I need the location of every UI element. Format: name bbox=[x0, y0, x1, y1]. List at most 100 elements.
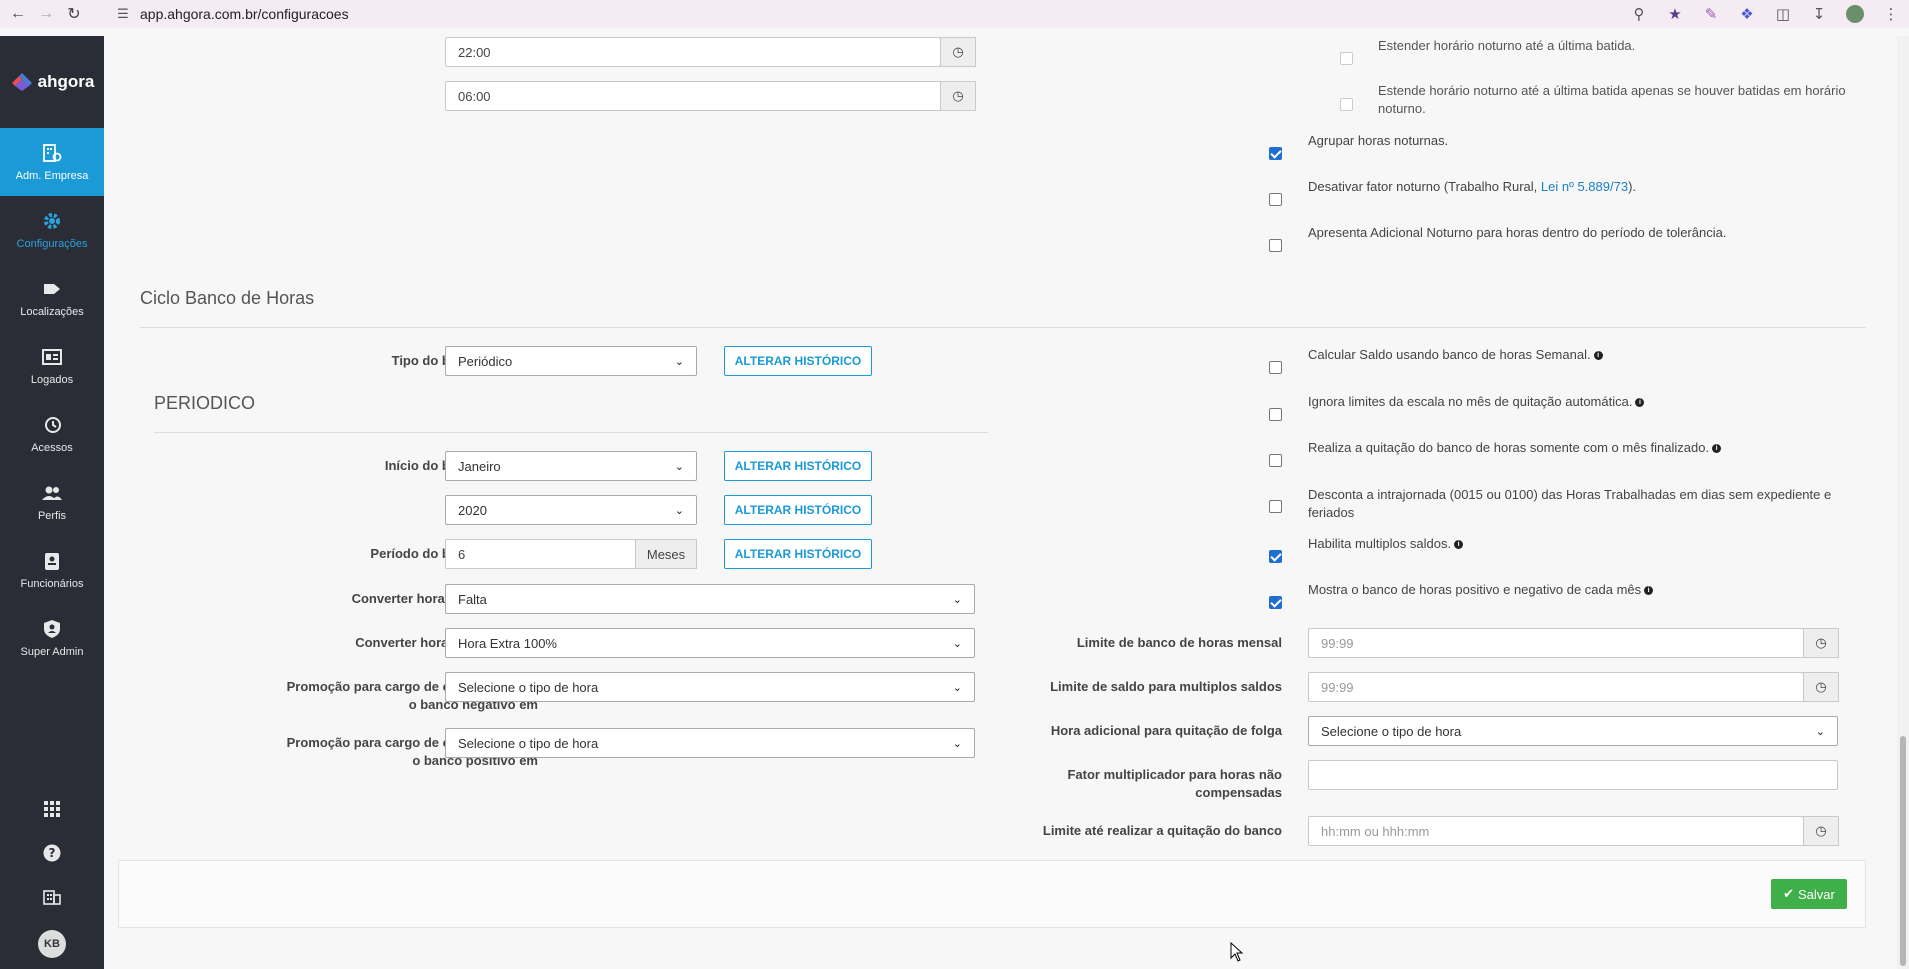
company-building-icon[interactable] bbox=[0, 875, 104, 919]
ignora-limites-text: Ignora limites da escala no mês de quita… bbox=[1308, 394, 1633, 409]
limite-mensal-input[interactable]: 99:99 bbox=[1308, 628, 1804, 658]
chevron-down-icon: ⌄ bbox=[952, 681, 962, 694]
inicio-ano-value: 2020 bbox=[458, 502, 487, 518]
quitacao-mes-finalizado-label: Realiza a quitação do banco de horas som… bbox=[1308, 439, 1722, 457]
avatar[interactable]: KB bbox=[38, 930, 66, 958]
mostra-banco-mes-checkbox[interactable] bbox=[1269, 596, 1282, 609]
limite-saldo-input[interactable]: 99:99 bbox=[1308, 672, 1804, 702]
history-icon bbox=[41, 414, 63, 436]
profile-icon[interactable] bbox=[1837, 0, 1873, 28]
forward-arrow-icon[interactable]: → bbox=[32, 0, 60, 28]
adicional-noturno-tolerancia-checkbox[interactable] bbox=[1269, 239, 1282, 252]
desativar-fator-text: Desativar fator noturno (Trabalho Rural, bbox=[1308, 179, 1541, 194]
reload-icon[interactable]: ↻ bbox=[60, 0, 88, 28]
save-button[interactable]: ✔ Salvar bbox=[1771, 879, 1847, 909]
inicio-mes-select[interactable]: Janeiro ⌄ bbox=[445, 451, 697, 481]
sidebar-item-adm-empresa[interactable]: Adm. Empresa bbox=[0, 128, 104, 196]
limite-quitacao-input[interactable]: hh:mm ou hhh:mm bbox=[1308, 816, 1804, 846]
page-scrollbar[interactable] bbox=[1897, 36, 1909, 969]
mostra-banco-mes-text: Mostra o banco de horas positivo e negat… bbox=[1308, 582, 1642, 597]
pen-extension-icon[interactable]: ✎ bbox=[1693, 0, 1729, 28]
promo-positivo-select[interactable]: Selecione o tipo de hora ⌄ bbox=[445, 728, 975, 758]
estender-noturno-label: Estender horário noturno até a última ba… bbox=[1378, 38, 1636, 53]
apps-grid-icon[interactable] bbox=[0, 787, 104, 831]
sidebar-item-funcionarios[interactable]: Funcionários bbox=[0, 536, 104, 604]
sidebar-item-label: Super Admin bbox=[20, 646, 84, 658]
agrupar-horas-noturnas-checkbox[interactable] bbox=[1269, 147, 1282, 160]
sidebar-item-configuracoes[interactable]: Configurações bbox=[0, 196, 104, 264]
id-card-icon bbox=[41, 346, 63, 368]
limite-saldo-label: Limite de saldo para multiplos saldos bbox=[1050, 679, 1282, 694]
info-icon[interactable]: i bbox=[1454, 540, 1464, 550]
alterar-historico-inicio-mes-button[interactable]: ALTERAR HISTÓRICO bbox=[724, 451, 872, 481]
chevron-down-icon: ⌄ bbox=[674, 355, 684, 368]
ignora-limites-checkbox[interactable] bbox=[1269, 408, 1282, 421]
fator-label-line2: compensadas bbox=[1195, 785, 1282, 800]
clock-icon[interactable]: ◷ bbox=[1803, 672, 1839, 702]
ignora-limites-label: Ignora limites da escala no mês de quita… bbox=[1308, 393, 1645, 411]
estende-noturno-batidas-checkbox[interactable] bbox=[1340, 98, 1353, 111]
clock-icon[interactable]: ◷ bbox=[940, 81, 976, 111]
hora-final-input[interactable]: 06:00 bbox=[445, 81, 941, 111]
multiplos-saldos-label: Habilita multiplos saldos. i bbox=[1308, 535, 1464, 553]
periodo-unit-addon: Meses bbox=[635, 539, 697, 569]
desativar-fator-noturno-checkbox[interactable] bbox=[1269, 193, 1282, 206]
sidebar-item-logados[interactable]: Logados bbox=[0, 332, 104, 400]
sidebar-item-perfis[interactable]: Perfis bbox=[0, 468, 104, 536]
sidebar-item-label: Configurações bbox=[16, 238, 88, 250]
multiplos-saldos-checkbox[interactable] bbox=[1269, 550, 1282, 563]
hora-adicional-select[interactable]: Selecione o tipo de hora ⌄ bbox=[1308, 716, 1838, 746]
alterar-historico-periodo-button[interactable]: ALTERAR HISTÓRICO bbox=[724, 539, 872, 569]
lei-link[interactable]: Lei nº 5.889/73 bbox=[1541, 179, 1628, 194]
zoom-icon[interactable]: ⚲ bbox=[1621, 0, 1657, 28]
mostra-banco-mes-label: Mostra o banco de horas positivo e negat… bbox=[1308, 581, 1654, 599]
tipo-banco-select[interactable]: Periódico ⌄ bbox=[445, 346, 697, 376]
sidebar-item-acessos[interactable]: Acessos bbox=[0, 400, 104, 468]
fator-multiplicador-input[interactable] bbox=[1308, 760, 1838, 790]
promo-negativo-select[interactable]: Selecione o tipo de hora ⌄ bbox=[445, 672, 975, 702]
converter-negativas-select[interactable]: Falta ⌄ bbox=[445, 584, 975, 614]
back-arrow-icon[interactable]: ← bbox=[4, 0, 32, 28]
alterar-historico-tipo-button[interactable]: ALTERAR HISTÓRICO bbox=[724, 346, 872, 376]
scrollbar-thumb[interactable] bbox=[1900, 736, 1906, 966]
download-icon[interactable]: ↧ bbox=[1801, 0, 1837, 28]
inicio-ano-select[interactable]: 2020 ⌄ bbox=[445, 495, 697, 525]
desativar-fator-noturno-label: Desativar fator noturno (Trabalho Rural,… bbox=[1308, 178, 1636, 196]
quitacao-mes-finalizado-checkbox[interactable] bbox=[1269, 454, 1282, 467]
url-text: app.ahgora.com.br/configuracoes bbox=[140, 6, 349, 22]
help-icon[interactable]: ? bbox=[0, 831, 104, 875]
estender-noturno-checkbox[interactable] bbox=[1340, 52, 1353, 65]
multiplos-saldos-text: Habilita multiplos saldos. bbox=[1308, 536, 1452, 551]
converter-positivas-select[interactable]: Hora Extra 100% ⌄ bbox=[445, 628, 975, 658]
fator-multiplicador-label: Fator multiplicador para horas não compen… bbox=[998, 766, 1282, 802]
periodo-banco-input[interactable]: 6 bbox=[445, 539, 636, 569]
chevron-down-icon: ⌄ bbox=[674, 460, 684, 473]
hora-adicional-value: Selecione o tipo de hora bbox=[1321, 723, 1462, 739]
info-icon[interactable]: i bbox=[1635, 398, 1645, 408]
star-icon[interactable]: ★ bbox=[1657, 0, 1693, 28]
address-bar[interactable]: ☰ app.ahgora.com.br/configuracoes bbox=[112, 2, 1647, 26]
extension-app-icon[interactable]: ❖ bbox=[1729, 0, 1765, 28]
clock-icon[interactable]: ◷ bbox=[1803, 816, 1839, 846]
info-icon[interactable]: i bbox=[1712, 444, 1722, 454]
sidebar-item-label: Funcionários bbox=[20, 578, 84, 590]
puzzle-icon[interactable]: ◫ bbox=[1765, 0, 1801, 28]
saldo-semanal-checkbox[interactable] bbox=[1269, 361, 1282, 374]
saldo-semanal-label: Calcular Saldo usando banco de horas Sem… bbox=[1308, 346, 1603, 364]
info-icon[interactable]: i bbox=[1593, 351, 1603, 361]
mouse-cursor-icon bbox=[1230, 941, 1244, 962]
brand-logo[interactable]: ahgora bbox=[0, 36, 104, 128]
agrupar-horas-noturnas-label: Agrupar horas noturnas. bbox=[1308, 133, 1449, 148]
alterar-historico-inicio-ano-button[interactable]: ALTERAR HISTÓRICO bbox=[724, 495, 872, 525]
hora-inicial-input[interactable]: 22:00 bbox=[445, 37, 941, 67]
clock-icon[interactable]: ◷ bbox=[940, 37, 976, 67]
user-avatar-container[interactable]: KB bbox=[0, 919, 104, 969]
desconta-intrajornada-checkbox[interactable] bbox=[1269, 500, 1282, 513]
site-settings-icon[interactable]: ☰ bbox=[112, 6, 134, 22]
sidebar-item-localizacoes[interactable]: Localizações bbox=[0, 264, 104, 332]
sidebar-item-super-admin[interactable]: Super Admin bbox=[0, 604, 104, 672]
converter-positivas-value: Hora Extra 100% bbox=[458, 635, 557, 651]
clock-icon[interactable]: ◷ bbox=[1803, 628, 1839, 658]
info-icon[interactable]: i bbox=[1644, 586, 1654, 596]
menu-dots-icon[interactable]: ⋮ bbox=[1873, 0, 1909, 28]
